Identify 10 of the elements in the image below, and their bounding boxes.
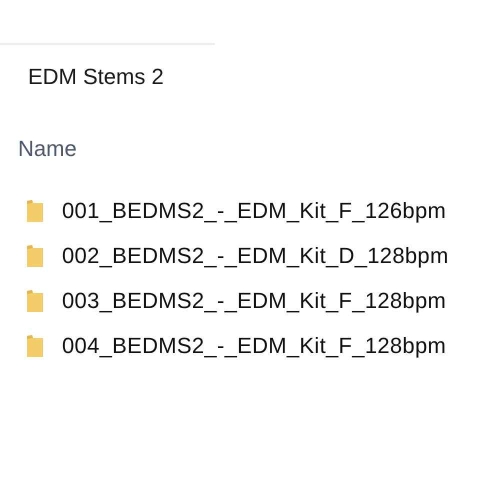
folder-name[interactable]: 003_BEDMS2_-_EDM_Kit_F_128bpm [62, 288, 446, 314]
folder-icon [26, 289, 44, 313]
folder-name[interactable]: 004_BEDMS2_-_EDM_Kit_F_128bpm [62, 333, 446, 359]
name-column-header[interactable]: Name [18, 135, 500, 163]
folder-icon [26, 244, 44, 268]
folder-name[interactable]: 002_BEDMS2_-_EDM_Kit_D_128bpm [62, 243, 449, 269]
folder-icon [26, 334, 44, 358]
folder-icon [26, 199, 44, 223]
folder-title: EDM Stems 2 [28, 63, 165, 91]
folder-name[interactable]: 001_BEDMS2_-_EDM_Kit_F_126bpm [62, 198, 446, 224]
